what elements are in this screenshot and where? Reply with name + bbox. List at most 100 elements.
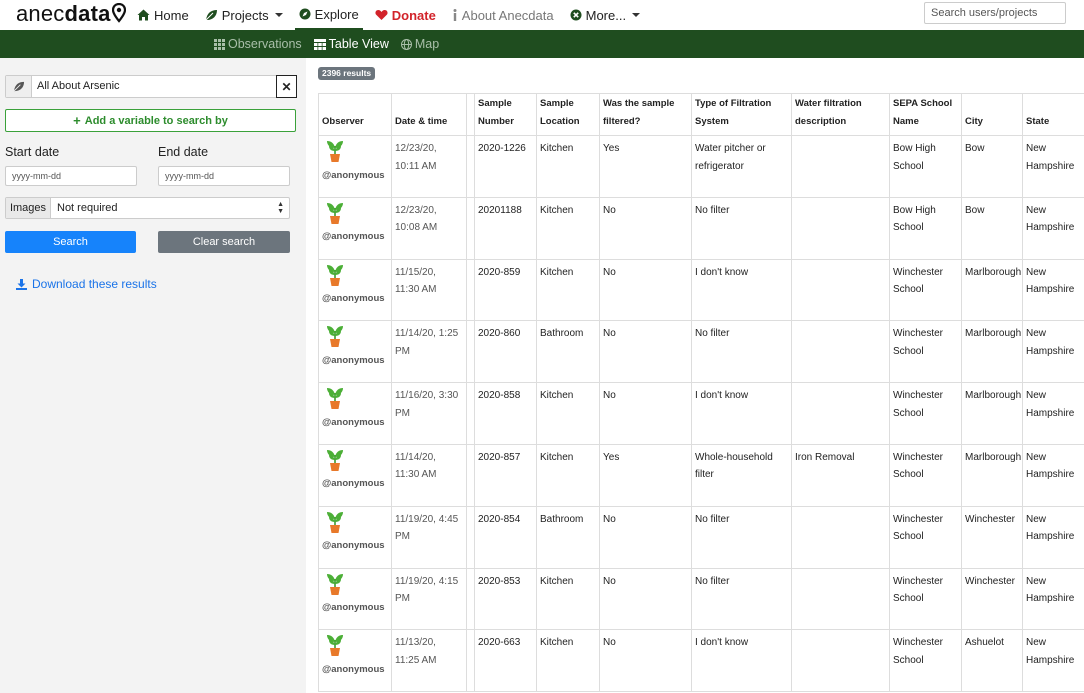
observer-cell: @anonymous [318, 196, 392, 260]
table-row[interactable]: @anonymous 11/19/20, 4:45 PM 2020-854 Bathr… [318, 505, 1084, 569]
images-select[interactable]: Not required ▲ ▼ [51, 198, 289, 218]
clear-search-button[interactable]: Clear search [158, 231, 290, 253]
table-cell: 2020-663 [474, 629, 537, 693]
column-header[interactable]: Sample Number [474, 93, 537, 136]
heart-icon [375, 9, 388, 21]
table-cell: Winchester School [889, 629, 962, 693]
column-header[interactable]: Sample Location [536, 93, 600, 136]
nav-projects-label: Projects [221, 7, 269, 23]
images-filter: Images Not required ▲ ▼ [5, 197, 290, 219]
tab-map[interactable]: Map [400, 37, 439, 51]
tab-observations[interactable]: Observations [214, 37, 302, 51]
table-cell: Marlborough [961, 320, 1023, 384]
start-date-label: Start date [5, 145, 60, 159]
add-variable-label: Add a variable to search by [84, 114, 228, 127]
table-cell: 2020-859 [474, 258, 537, 322]
column-header[interactable]: SEPA School Name [889, 93, 962, 136]
filter-sidebar: All About Arsenic ✕ + Add a variable to … [0, 58, 306, 693]
search-input[interactable] [924, 2, 1066, 24]
table-cell: 12/23/20, 10:11 AM [391, 135, 467, 198]
column-header[interactable]: City [961, 93, 1023, 136]
column-header[interactable]: Date & time [391, 93, 467, 136]
observer-name[interactable]: @anonymous [322, 231, 388, 243]
table-cell: New Hampshire [1022, 258, 1084, 322]
nav-explore[interactable]: Explore [294, 0, 363, 30]
observer-name[interactable]: @anonymous [322, 540, 388, 552]
project-filter[interactable]: All About Arsenic ✕ [5, 75, 297, 98]
table-cell: 2020-858 [474, 382, 537, 445]
table-cell: 11/14/20, 1:25 PM [391, 320, 467, 384]
close-circle-icon [570, 9, 582, 21]
plant-avatar-icon [324, 324, 388, 355]
end-date-label: End date [158, 145, 209, 159]
table-row[interactable]: @anonymous 11/15/20, 11:30 AM 2020-859 Kitc… [318, 258, 1084, 322]
table-row[interactable]: @anonymous 12/23/20, 10:11 AM 2020-1226 Kit… [318, 135, 1084, 198]
observer-name[interactable]: @anonymous [322, 664, 388, 676]
table-cell: 11/19/20, 4:45 PM [391, 505, 467, 569]
table-cell: Marlborough [961, 443, 1023, 507]
add-variable-button[interactable]: + Add a variable to search by [5, 109, 296, 132]
images-label: Images [6, 198, 51, 218]
start-date-input[interactable]: yyyy-mm-dd [5, 166, 137, 186]
table-cell: New Hampshire [1022, 629, 1084, 693]
tab-table-view[interactable]: Table View [313, 37, 389, 51]
nav-home[interactable]: Home [133, 0, 193, 30]
table-cell [466, 135, 475, 198]
observer-cell: @anonymous [318, 382, 392, 445]
download-results-link[interactable]: Download these results [16, 277, 157, 291]
table-cell: Kitchen [536, 443, 600, 507]
table-cell: I don't know [691, 382, 792, 445]
nav-donate[interactable]: Donate [371, 0, 440, 30]
chevron-down-icon [274, 13, 283, 17]
observer-name[interactable]: @anonymous [322, 478, 388, 490]
table-cell [466, 258, 475, 322]
observer-name[interactable]: @anonymous [322, 170, 388, 182]
observer-name[interactable]: @anonymous [322, 293, 388, 305]
remove-project-button[interactable]: ✕ [276, 75, 297, 98]
table-cell [791, 382, 890, 445]
table-icon [313, 38, 326, 50]
nav-about[interactable]: About Anecdata [448, 0, 558, 30]
nav-more[interactable]: More... [566, 0, 644, 30]
column-header[interactable]: Type of Filtration System [691, 93, 792, 136]
table-cell: No filter [691, 567, 792, 631]
table-cell: Bathroom [536, 320, 600, 384]
observer-name[interactable]: @anonymous [322, 355, 388, 367]
column-header[interactable]: Was the sample filtered? [599, 93, 692, 136]
column-header[interactable]: State [1022, 93, 1084, 136]
table-cell: No [599, 629, 692, 693]
column-header[interactable]: Water filtration description [791, 93, 890, 136]
table-row[interactable]: @anonymous 11/16/20, 3:30 PM 2020-858 Kitch… [318, 382, 1084, 445]
plant-avatar-icon [324, 386, 388, 417]
observer-name[interactable]: @anonymous [322, 602, 388, 614]
table-cell: New Hampshire [1022, 567, 1084, 631]
results-count-badge: 2396 results [318, 67, 376, 80]
table-row[interactable]: @anonymous 12/23/20, 10:08 AM 20201188 Kitc… [318, 196, 1084, 260]
table-cell: Winchester School [889, 567, 962, 631]
table-cell: Ashuelot [961, 629, 1023, 693]
table-row[interactable]: @anonymous 11/13/20, 11:25 AM 2020-663 Kitc… [318, 629, 1084, 693]
observer-cell: @anonymous [318, 505, 392, 569]
search-button[interactable]: Search [5, 231, 136, 253]
observer-name[interactable]: @anonymous [322, 417, 388, 429]
brand-logo[interactable]: anec data [16, 1, 126, 27]
grid-icon [214, 38, 225, 50]
table-cell: No [599, 382, 692, 445]
view-subnav: Observations Table View Map [0, 30, 1084, 58]
observer-cell: @anonymous [318, 258, 392, 322]
column-header[interactable]: Observer [318, 93, 392, 136]
table-cell: New Hampshire [1022, 382, 1084, 445]
table-cell: New Hampshire [1022, 135, 1084, 198]
end-date-input[interactable]: yyyy-mm-dd [158, 166, 290, 186]
table-cell [466, 505, 475, 569]
table-row[interactable]: @anonymous 11/14/20, 11:30 AM 2020-857 Kitc… [318, 443, 1084, 507]
table-cell: Whole-household filter [691, 443, 792, 507]
table-row[interactable]: @anonymous 11/19/20, 4:15 PM 2020-853 Kitch… [318, 567, 1084, 631]
plant-avatar-icon [324, 139, 388, 170]
nav-donate-label: Donate [391, 7, 436, 23]
plant-avatar-icon [324, 201, 388, 232]
table-row[interactable]: @anonymous 11/14/20, 1:25 PM 2020-860 Bathr… [318, 320, 1084, 384]
download-results-label: Download these results [32, 277, 157, 291]
select-arrows-icon: ▲ ▼ [277, 201, 284, 215]
nav-projects[interactable]: Projects [201, 0, 287, 30]
